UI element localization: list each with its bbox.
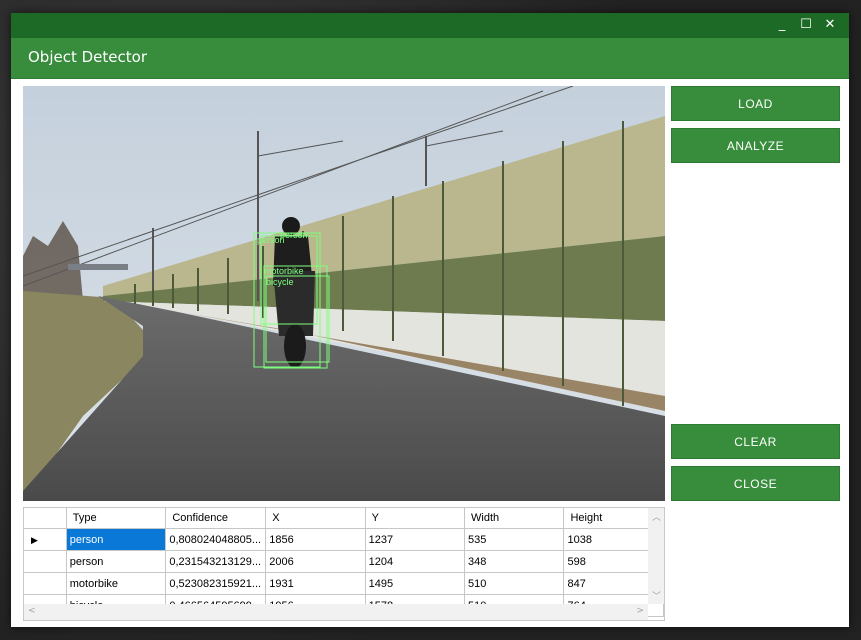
column-header-x[interactable]: X <box>265 508 366 529</box>
table-cell-type[interactable]: person <box>66 550 167 573</box>
photo-scene: person person motorbike bicycle <box>23 86 665 501</box>
window-titlebar[interactable]: _ ☐ ✕ <box>11 13 849 38</box>
scroll-right-icon[interactable]: > <box>636 606 644 616</box>
row-selector[interactable] <box>24 550 67 573</box>
analyzed-image: person person motorbike bicycle <box>23 86 665 501</box>
scroll-down-icon[interactable]: ﹀ <box>652 589 661 602</box>
table-row[interactable]: motorbike 0,523082315921... 1931 1495 51… <box>24 572 664 595</box>
horizontal-scrollbar[interactable]: < > <box>24 604 648 620</box>
row-selector[interactable]: ▶ <box>24 528 67 551</box>
row-selector[interactable] <box>24 572 67 595</box>
table-cell-y[interactable]: 1495 <box>365 572 466 595</box>
table-row[interactable]: person 0,231543213129... 2006 1204 348 5… <box>24 550 664 573</box>
scroll-left-icon[interactable]: < <box>28 606 36 616</box>
clear-button[interactable]: CLEAR <box>671 424 840 459</box>
table-cell-type[interactable]: person <box>66 528 167 551</box>
table-cell-type[interactable]: motorbike <box>66 572 167 595</box>
current-row-arrow-icon: ▶ <box>31 534 38 545</box>
app-header: Object Detector <box>11 38 849 79</box>
table-cell-x[interactable]: 1856 <box>265 528 366 551</box>
table-cell-width[interactable]: 348 <box>464 550 565 573</box>
table-cell-y[interactable]: 1237 <box>365 528 466 551</box>
detection-label: person <box>280 230 308 240</box>
minimize-icon[interactable]: _ <box>775 16 789 34</box>
table-cell-confidence[interactable]: 0,808024048805... <box>165 528 267 551</box>
table-row[interactable]: ▶ person 0,808024048805... 1856 1237 535… <box>24 528 664 551</box>
column-header-width[interactable]: Width <box>464 508 565 529</box>
app-title: Object Detector <box>28 48 147 66</box>
vertical-scrollbar[interactable]: ︿ ﹀ <box>648 508 664 604</box>
detection-label: motorbike <box>264 266 304 276</box>
results-table: Type Confidence X Y Width Height ▶ perso… <box>24 508 664 617</box>
table-cell-y[interactable]: 1204 <box>365 550 466 573</box>
app-window: _ ☐ ✕ Object Detector person person moto… <box>11 13 849 627</box>
column-header-confidence[interactable]: Confidence <box>165 508 267 529</box>
table-cell-width[interactable]: 535 <box>464 528 565 551</box>
maximize-icon[interactable]: ☐ <box>799 16 813 34</box>
table-cell-confidence[interactable]: 0,231543213129... <box>165 550 267 573</box>
close-icon[interactable]: ✕ <box>823 16 837 34</box>
close-button[interactable]: CLOSE <box>671 466 840 501</box>
detection-label: bicycle <box>266 277 294 287</box>
table-cell-x[interactable]: 1931 <box>265 572 366 595</box>
column-header-type[interactable]: Type <box>66 508 167 529</box>
table-cell-width[interactable]: 510 <box>464 572 565 595</box>
analyze-button[interactable]: ANALYZE <box>671 128 840 163</box>
load-button[interactable]: LOAD <box>671 86 840 121</box>
table-header-row: Type Confidence X Y Width Height <box>24 508 664 529</box>
results-grid[interactable]: Type Confidence X Y Width Height ▶ perso… <box>23 507 665 621</box>
window-controls: _ ☐ ✕ <box>775 16 837 34</box>
column-header-y[interactable]: Y <box>365 508 466 529</box>
row-header-corner <box>24 508 67 529</box>
table-cell-x[interactable]: 2006 <box>265 550 366 573</box>
scroll-up-icon[interactable]: ︿ <box>652 510 661 523</box>
table-cell-confidence[interactable]: 0,523082315921... <box>165 572 267 595</box>
